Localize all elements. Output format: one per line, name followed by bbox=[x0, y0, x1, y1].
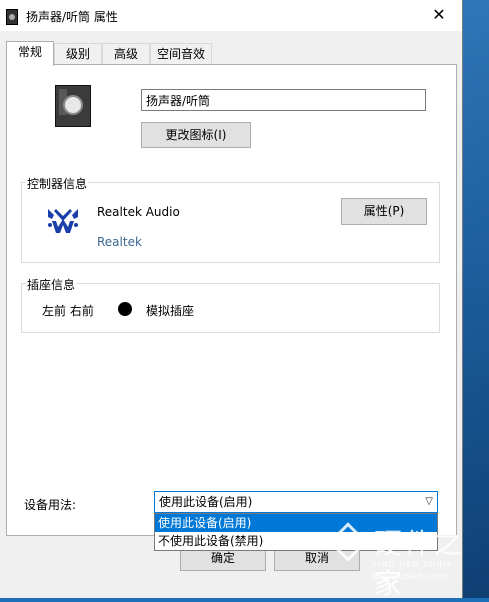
device-usage-select[interactable]: 使用此设备(启用) ▽ bbox=[154, 491, 438, 513]
controller-info-group: 控制器信息 Realtek Audio Realtek 属性(P) bbox=[21, 175, 440, 263]
properties-dialog: 扬声器/听筒 属性 ✕ 常规 级别 高级 空间音效 扬声器/听筒 更改图标(I)… bbox=[0, 0, 463, 598]
speaker-icon bbox=[6, 9, 18, 25]
jack-color-icon bbox=[118, 302, 132, 316]
general-panel: 扬声器/听筒 更改图标(I) 控制器信息 Realtek Audio Realt… bbox=[6, 64, 457, 536]
device-name-field[interactable]: 扬声器/听筒 bbox=[141, 89, 426, 111]
tab-spatial-sound[interactable]: 空间音效 bbox=[150, 43, 212, 65]
controller-properties-button[interactable]: 属性(P) bbox=[341, 198, 427, 225]
window-title: 扬声器/听筒 属性 bbox=[26, 10, 118, 24]
chevron-down-icon: ▽ bbox=[425, 496, 433, 507]
watermark-subtext: YING JIAN ZHIJIA bbox=[372, 560, 453, 569]
jack-info-group: 插座信息 左前 右前 模拟插座 bbox=[21, 276, 440, 333]
device-usage-label: 设备用法: bbox=[24, 498, 77, 512]
realtek-logo-icon bbox=[48, 209, 78, 233]
speaker-device-icon bbox=[55, 85, 91, 127]
jack-info-label: 插座信息 bbox=[26, 276, 77, 293]
controller-info-label: 控制器信息 bbox=[26, 175, 89, 192]
title-bar: 扬声器/听筒 属性 ✕ bbox=[0, 0, 462, 31]
change-icon-button[interactable]: 更改图标(I) bbox=[141, 122, 251, 148]
controller-name: Realtek Audio bbox=[97, 205, 180, 219]
watermark-url: jingyan.baidu.com bbox=[372, 572, 446, 581]
jack-ports: 左前 右前 bbox=[42, 304, 94, 318]
tab-advanced[interactable]: 高级 bbox=[102, 43, 150, 65]
device-usage-value: 使用此设备(启用) bbox=[159, 495, 253, 509]
watermark: 硬件之家 YING JIAN ZHIJIA jingyan.baidu.com bbox=[328, 520, 480, 600]
tab-levels[interactable]: 级别 bbox=[54, 43, 102, 65]
jack-type: 模拟插座 bbox=[146, 304, 195, 318]
watermark-logo-icon bbox=[328, 522, 368, 562]
controller-vendor: Realtek bbox=[97, 235, 142, 249]
tab-general[interactable]: 常规 bbox=[6, 41, 54, 66]
close-button[interactable]: ✕ bbox=[416, 0, 462, 31]
